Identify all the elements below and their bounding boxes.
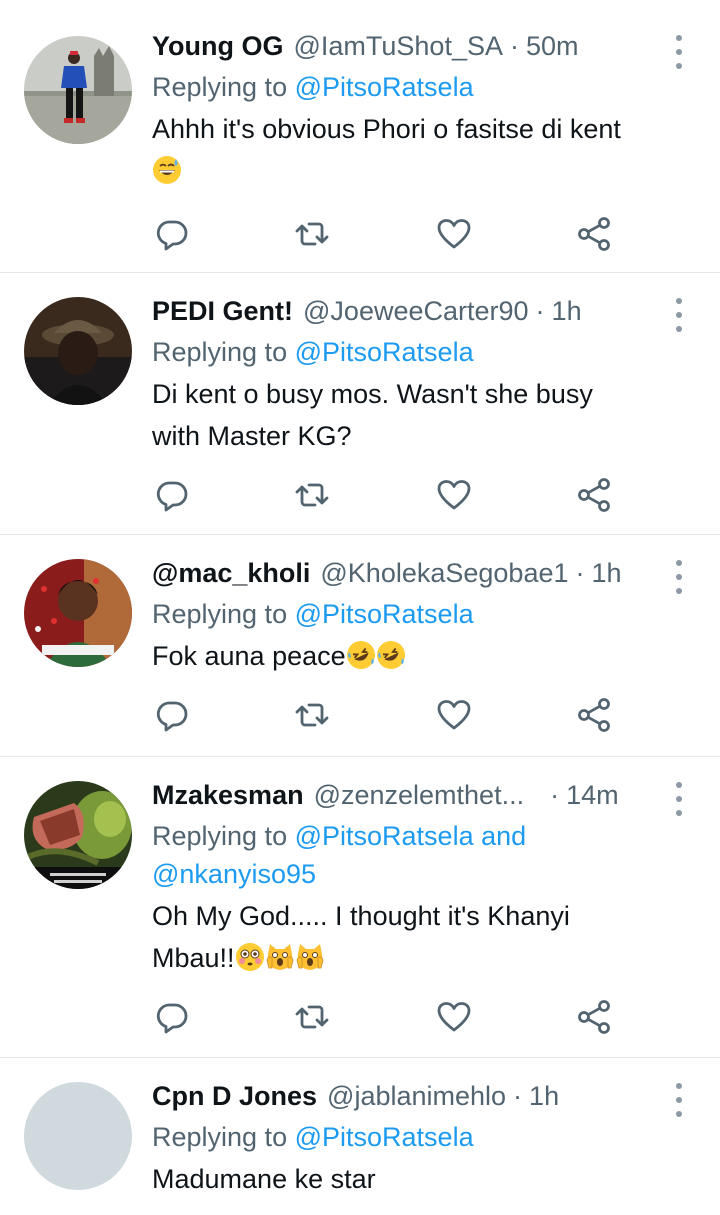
separator-dot: · (575, 558, 585, 588)
display-name[interactable]: PEDI Gent! (152, 293, 293, 329)
timestamp[interactable]: 14m (566, 777, 619, 813)
scream-cat-emoji-icon (295, 942, 325, 972)
avatar-placeholder[interactable] (24, 1082, 132, 1190)
tweet-text: Fok auna peace (152, 635, 668, 677)
tweet-emoji-line (152, 150, 668, 192)
tweet-text-line: Ahhh it's obvious Phori o fasitse di ken… (152, 114, 621, 144)
tweet-header: Young OG @IamTuShot_SA · 50m (152, 28, 668, 64)
grinning-sweat-emoji-icon (152, 155, 182, 185)
tweet-header: Mzakesman @zenzelemthet... · 14m (152, 777, 668, 813)
timestamp[interactable]: 50m (526, 28, 579, 64)
mention-link[interactable]: @PitsoRatsela (295, 337, 474, 367)
display-name[interactable]: Cpn D Jones (152, 1078, 317, 1114)
replying-to: Replying to @PitsoRatsela (152, 1118, 668, 1156)
separator-dot: · (535, 296, 545, 326)
handle[interactable]: @IamTuShot_SA (293, 28, 503, 64)
timestamp[interactable]: 1h (552, 293, 582, 329)
tweet-text-line: Oh My God..... I thought it's Khanyi (152, 901, 570, 931)
tweet[interactable]: @mac_kholi @KholekaSegobae1 · 1h Replyin… (0, 535, 720, 757)
retweet-icon[interactable] (292, 695, 332, 735)
share-icon[interactable] (574, 695, 614, 735)
flushed-emoji-icon (235, 942, 265, 972)
avatar[interactable] (24, 781, 132, 889)
tweet[interactable]: PEDI Gent! @JoeweeCarter90 · 1h Replying… (0, 273, 720, 535)
separator-dot: · (510, 31, 519, 61)
tweet-text: Oh My God..... I thought it's Khanyi Mba… (152, 895, 668, 979)
like-icon[interactable] (434, 475, 474, 515)
reply-icon[interactable] (152, 475, 192, 515)
replying-to: Replying to @PitsoRatsela and @nkanyiso9… (152, 817, 668, 893)
scream-cat-emoji-icon (265, 942, 295, 972)
handle[interactable]: @JoeweeCarter90 (303, 293, 529, 329)
rofl-emoji-icon (346, 640, 376, 670)
action-bar (152, 214, 622, 254)
tweet[interactable]: Young OG @IamTuShot_SA · 50m Replying to… (0, 0, 720, 273)
action-bar (152, 475, 622, 515)
tweet-header: @mac_kholi @KholekaSegobae1 · 1h (152, 555, 668, 591)
more-options-icon[interactable] (674, 1080, 684, 1120)
tweet[interactable]: Cpn D Jones @jablanimehlo · 1h Replying … (0, 1058, 720, 1215)
timestamp[interactable]: 1h (529, 1078, 559, 1114)
retweet-icon[interactable] (292, 214, 332, 254)
avatar[interactable] (24, 297, 132, 405)
tweet-text-line: Mbau!! (152, 943, 235, 973)
display-name[interactable]: @mac_kholi (152, 555, 310, 591)
replying-prefix: Replying to (152, 599, 288, 629)
reply-icon[interactable] (152, 997, 192, 1037)
tweet-text-line: Di kent o busy mos. Wasn't she busy (152, 379, 593, 409)
share-icon[interactable] (574, 214, 614, 254)
like-icon[interactable] (434, 695, 474, 735)
retweet-icon[interactable] (292, 475, 332, 515)
action-bar (152, 997, 622, 1037)
replying-prefix: Replying to (152, 337, 288, 367)
reply-icon[interactable] (152, 214, 192, 254)
tweet-text: Madumane ke star (152, 1158, 668, 1200)
replying-to: Replying to @PitsoRatsela (152, 333, 668, 371)
avatar[interactable] (24, 36, 132, 144)
like-icon[interactable] (434, 214, 474, 254)
separator-dot: · (550, 780, 560, 810)
replying-prefix: Replying to (152, 1122, 288, 1152)
tweet-text-line: Fok auna peace (152, 641, 346, 671)
action-bar (152, 695, 622, 735)
retweet-icon[interactable] (292, 997, 332, 1037)
timestamp[interactable]: 1h (592, 555, 622, 591)
share-icon[interactable] (574, 997, 614, 1037)
handle[interactable]: @KholekaSegobae1 (320, 555, 568, 591)
more-options-icon[interactable] (674, 557, 684, 597)
display-name[interactable]: Mzakesman (152, 777, 304, 813)
more-options-icon[interactable] (674, 779, 684, 819)
avatar[interactable] (24, 559, 132, 667)
like-icon[interactable] (434, 997, 474, 1037)
mention-link[interactable]: @nkanyiso95 (152, 859, 316, 889)
tweet-text-line: Madumane ke star (152, 1164, 376, 1194)
mention-link[interactable]: @PitsoRatsela (295, 599, 474, 629)
mention-link[interactable]: @PitsoRatsela (295, 821, 474, 851)
replying-to: Replying to @PitsoRatsela (152, 68, 668, 106)
handle[interactable]: @jablanimehlo (327, 1078, 506, 1114)
tweet-header: PEDI Gent! @JoeweeCarter90 · 1h (152, 293, 668, 329)
more-options-icon[interactable] (674, 32, 684, 72)
replying-prefix: Replying to (152, 821, 288, 851)
tweet-text-line: with Master KG? (152, 421, 352, 451)
replying-to: Replying to @PitsoRatsela (152, 595, 668, 633)
more-options-icon[interactable] (674, 295, 684, 335)
reply-icon[interactable] (152, 695, 192, 735)
mention-conjunction: and (481, 821, 527, 851)
mention-link[interactable]: @PitsoRatsela (295, 72, 474, 102)
rofl-emoji-icon (376, 640, 406, 670)
tweet-header: Cpn D Jones @jablanimehlo · 1h (152, 1078, 668, 1114)
tweet-text: Di kent o busy mos. Wasn't she busy with… (152, 373, 668, 457)
handle[interactable]: @zenzelemthet... (314, 777, 525, 813)
tweet-text: Ahhh it's obvious Phori o fasitse di ken… (152, 108, 668, 150)
mention-link[interactable]: @PitsoRatsela (295, 1122, 474, 1152)
display-name[interactable]: Young OG (152, 28, 283, 64)
tweet[interactable]: Mzakesman @zenzelemthet... · 14m Replyin… (0, 757, 720, 1058)
separator-dot: · (513, 1081, 523, 1111)
share-icon[interactable] (574, 475, 614, 515)
replying-prefix: Replying to (152, 72, 288, 102)
